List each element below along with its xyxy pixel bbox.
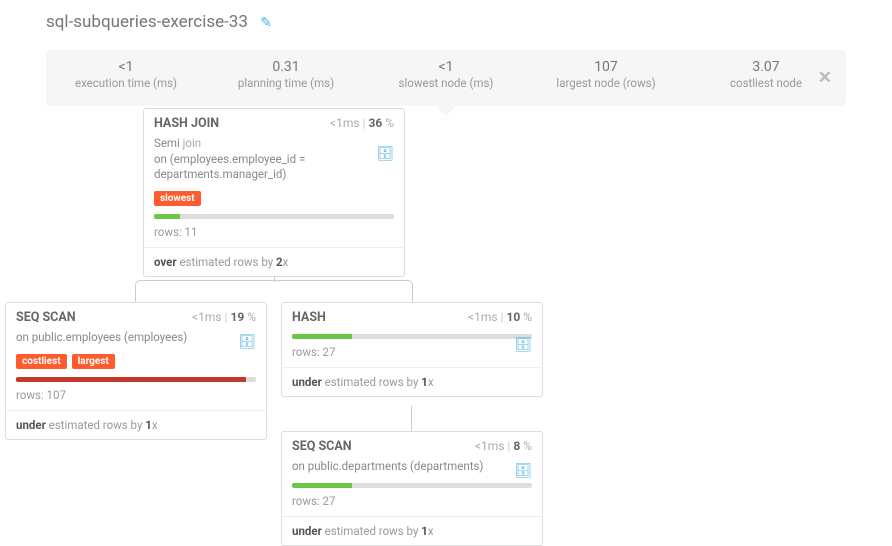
rows-bar	[292, 483, 532, 488]
badge-slowest: slowest	[154, 191, 201, 206]
node-desc: on public.departments (departments)🗄	[282, 459, 542, 483]
rows-text: rows: 27	[282, 345, 542, 367]
plan-diagram[interactable]: HASH JOIN <1ms | 36 % Semi joinon (employ…	[0, 108, 892, 536]
database-icon[interactable]: 🗄	[514, 337, 532, 353]
connector	[135, 280, 413, 304]
badge-costliest: costliest	[16, 354, 67, 369]
node-name: HASH	[292, 310, 326, 325]
node-name: SEQ SCAN	[292, 439, 352, 454]
database-icon[interactable]: 🗄	[514, 462, 532, 481]
page-title: sql-subqueries-exercise-33 ✎	[0, 0, 892, 32]
rows-text: rows: 11	[144, 225, 404, 247]
badge-largest: largest	[72, 354, 115, 369]
node-hash-join[interactable]: HASH JOIN <1ms | 36 % Semi joinon (employ…	[143, 108, 405, 277]
stat-plan-time: 0.31planning time (ms)	[206, 58, 366, 90]
node-desc: on public.employees (employees)🗄	[6, 330, 266, 354]
node-name: SEQ SCAN	[16, 310, 76, 325]
node-seq-scan-departments[interactable]: SEQ SCAN <1ms | 8 % on public.departments…	[281, 431, 543, 546]
node-meta: <1ms | 19 %	[192, 310, 256, 324]
node-seq-scan-employees[interactable]: SEQ SCAN <1ms | 19 % on public.employees …	[5, 302, 267, 440]
connector	[411, 406, 412, 432]
estimate-text: under estimated rows by 1x	[6, 410, 266, 439]
rows-bar	[16, 377, 256, 382]
rows-bar	[292, 334, 532, 339]
rows-text: rows: 107	[6, 388, 266, 410]
estimate-text: over estimated rows by 2x	[144, 247, 404, 276]
node-desc: Semi joinon (employees.employee_id = dep…	[144, 136, 404, 191]
node-hash[interactable]: HASH <1ms | 10 % 🗄 rows: 27 under estimat…	[281, 302, 543, 397]
rows-bar	[154, 214, 394, 219]
stat-exec-time: <1execution time (ms)	[46, 58, 206, 90]
edit-icon[interactable]: ✎	[260, 15, 272, 31]
estimate-text: under estimated rows by 1x	[282, 516, 542, 545]
database-icon[interactable]: 🗄	[238, 333, 256, 352]
close-icon[interactable]: ✕	[818, 68, 832, 88]
rows-text: rows: 27	[282, 494, 542, 516]
stat-largest: 107largest node (rows)	[526, 58, 686, 90]
stats-bar: <1execution time (ms) 0.31planning time …	[46, 50, 846, 106]
node-meta: <1ms | 36 %	[330, 116, 394, 130]
estimate-text: under estimated rows by 1x	[282, 367, 542, 396]
plan-name: sql-subqueries-exercise-33	[46, 12, 248, 32]
node-meta: <1ms | 8 %	[475, 439, 532, 453]
node-name: HASH JOIN	[154, 116, 219, 131]
stat-slowest: <1slowest node (ms)	[366, 58, 526, 90]
database-icon[interactable]: 🗄	[376, 145, 394, 164]
node-meta: <1ms | 10 %	[468, 310, 532, 324]
